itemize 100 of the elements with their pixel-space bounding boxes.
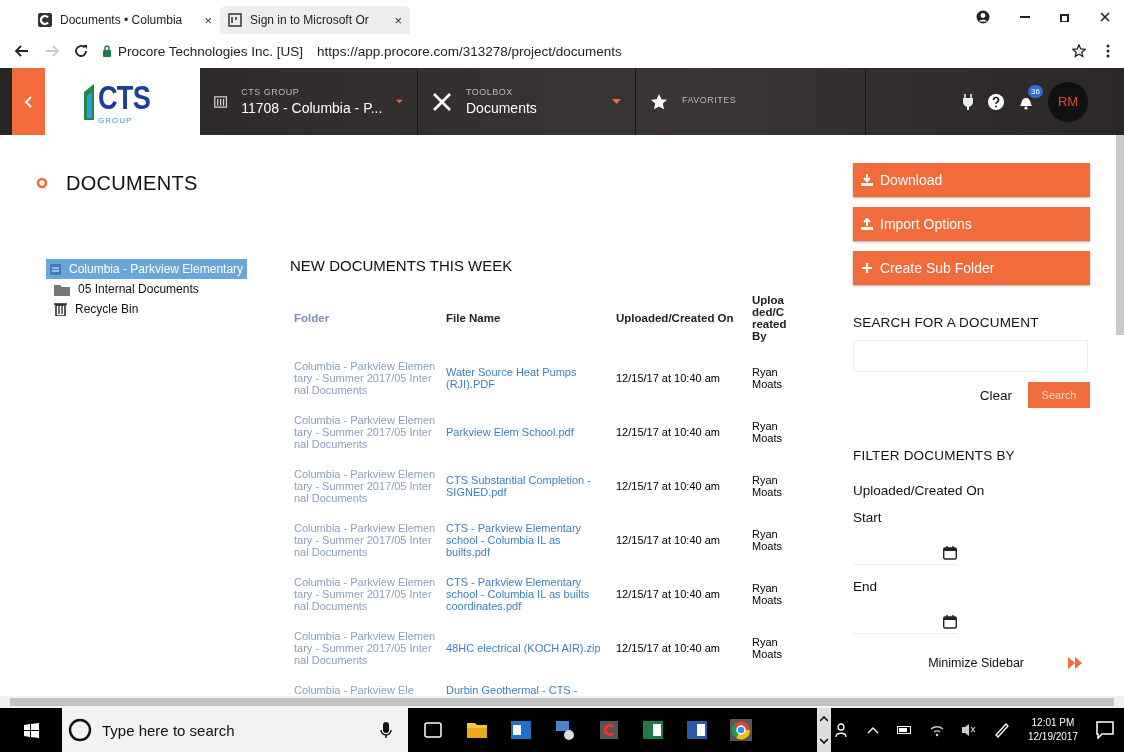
cortana-icon (68, 718, 92, 742)
folder-link[interactable]: Columbia - Parkview Elementary - Summer 2017/05 Internal Documents (294, 576, 436, 612)
file-link[interactable]: Parkview Elem School.pdf (446, 426, 606, 438)
file-link[interactable]: CTS Substantial Completion - SIGNED.pdf (446, 474, 606, 498)
action-button[interactable]: Import Options (853, 207, 1090, 241)
battery-icon[interactable] (896, 726, 912, 734)
project-name: 11708 - Columbia - P... (241, 100, 383, 116)
spreadsheet-app-icon[interactable] (642, 719, 664, 741)
reload-icon[interactable] (74, 44, 88, 58)
folder-link[interactable]: Columbia - Parkview Elementary - Summer 2017/05 Internal Documents (294, 414, 436, 450)
people-icon[interactable] (834, 722, 849, 738)
selector-label: FAVORITES (682, 95, 738, 105)
file-link[interactable]: 48HC electrical (KOCH AIR).zip (446, 642, 606, 654)
date-cell-text: 12/15/17 at 10:40 am (616, 588, 721, 600)
wifi-icon[interactable] (929, 723, 944, 737)
column-header[interactable]: Uploaded/Created On (616, 312, 734, 324)
horizontal-scrollbar[interactable] (10, 698, 1114, 706)
taskbar-clock[interactable]: 12:01 PM 12/19/2017 (1027, 716, 1078, 744)
mail-app-icon[interactable] (510, 719, 532, 741)
selector-label: TOOLBOX (466, 87, 514, 97)
building-drawing (82, 81, 96, 122)
restore-icon[interactable] (1060, 12, 1070, 22)
site-icon (38, 13, 52, 27)
user-avatar[interactable]: RM (1048, 81, 1088, 122)
calendar-icon[interactable] (943, 546, 957, 560)
taskbar-search-field[interactable]: Type here to search (62, 708, 408, 752)
folder-link[interactable]: Columbia - Parkview Elementary - Summer 2017/05 Internal Documents (294, 522, 436, 558)
browser-tab[interactable]: Sign in to Microsoft Or × (220, 6, 410, 34)
import-icon (861, 218, 873, 230)
help-icon[interactable] (988, 93, 1004, 110)
add-icon (861, 262, 873, 274)
vertical-scrollbar[interactable] (1116, 135, 1124, 335)
pen-icon[interactable] (993, 722, 1010, 738)
section-heading: NEW DOCUMENTS THIS WEEK (290, 257, 514, 274)
menu-icon[interactable] (1106, 44, 1110, 58)
tool-selector[interactable]: TOOLBOX Documents (418, 68, 636, 135)
folder-link[interactable]: Columbia - Parkview Elementary - Summer 2017/05 Internal Documents (294, 468, 436, 504)
date-cell-text: 12/15/17 at 10:40 am (616, 372, 721, 384)
double-arrow-icon[interactable] (1068, 657, 1082, 669)
page-icon (228, 13, 242, 27)
action-button[interactable]: Download (853, 163, 1090, 197)
star-icon (650, 93, 668, 110)
chevron-up-icon[interactable] (866, 725, 879, 735)
author-cell-text: Ryan Moats (752, 636, 783, 660)
tool-name: Documents (466, 100, 538, 116)
tree-item[interactable]: 05 Internal Documents (54, 279, 290, 299)
favorites-selector[interactable]: FAVORITES (636, 68, 866, 135)
page-title: DOCUMENTS (66, 171, 198, 195)
file-link[interactable]: CTS - Parkview Elementary school - Columbia IL as builts coordinates.pdf (446, 576, 606, 612)
back-icon[interactable] (14, 44, 30, 58)
clear-link[interactable]: Clear (979, 387, 1012, 403)
date-label: Start (853, 510, 883, 525)
account-icon[interactable] (976, 10, 990, 24)
author-cell-text: Ryan Moats (752, 528, 783, 552)
logo-text: CTS (98, 78, 150, 117)
close-icon[interactable] (1100, 12, 1110, 22)
close-tab-button[interactable]: × (394, 12, 402, 28)
tree-item[interactable]: Recycle Bin (54, 299, 290, 319)
date-cell-text: 12/15/17 at 10:40 am (616, 426, 721, 438)
task-view-icon[interactable] (422, 719, 444, 741)
search-button[interactable]: Search (1028, 382, 1090, 408)
microphone-icon[interactable] (380, 722, 392, 738)
date-cell-text: 12/15/17 at 10:40 am (616, 642, 721, 654)
column-header[interactable]: File Name (446, 312, 501, 324)
selector-label: CTS GROUP (241, 87, 301, 97)
close-tab-button[interactable]: × (204, 12, 212, 28)
file-link[interactable]: CTS - Parkview Elementary school - Columbia IL as builts.pdf (446, 522, 606, 558)
date-cell-text: 12/15/17 at 10:40 am (616, 534, 721, 546)
scroll-down-icon[interactable] (820, 738, 828, 744)
plug-icon[interactable] (962, 93, 974, 110)
c-app-icon[interactable] (598, 719, 620, 741)
address-bar[interactable]: https://app.procore.com/313278/project/documents (317, 43, 622, 59)
browser-app-icon[interactable] (730, 719, 752, 741)
windows-icon[interactable] (23, 722, 39, 738)
column-header[interactable]: Folder (294, 312, 330, 324)
document-app-icon[interactable] (686, 719, 708, 741)
file-link[interactable]: Water Source Heat Pumps (RJI).PDF (446, 366, 606, 390)
author-cell-text: Ryan Moats (752, 366, 783, 390)
caret-icon (612, 99, 621, 104)
action-button[interactable]: Create Sub Folder (853, 251, 1090, 285)
tree-item[interactable]: Columbia - Parkview Elementary (46, 259, 248, 279)
site-identity: Procore Technologies Inc. [US] (118, 43, 304, 59)
logo-subtext: GROUP (98, 117, 134, 125)
author-cell-text: Ryan Moats (752, 474, 783, 498)
muted-speaker-icon[interactable] (961, 723, 976, 737)
project-icon (50, 263, 61, 275)
folder-link[interactable]: Columbia - Parkview Elementary - Summer 2017/05 Internal Documents (294, 360, 436, 396)
lock-icon (102, 45, 112, 57)
action-center-icon[interactable] (1096, 721, 1114, 739)
folder-link[interactable]: Columbia - Parkview Ele (294, 684, 436, 696)
minimize-sidebar-link[interactable]: Minimize Sidebar (928, 656, 1024, 670)
network-app-icon[interactable] (554, 719, 576, 741)
folder-link[interactable]: Columbia - Parkview Elementary - Summer 2017/05 Internal Documents (294, 630, 436, 666)
section-heading: SEARCH FOR A DOCUMENT (853, 315, 1040, 330)
project-selector[interactable]: CTS GROUP 11708 - Columbia - P... (200, 68, 418, 135)
file-link[interactable]: Durbin Geothermal - CTS - (446, 684, 606, 696)
trash-icon (54, 302, 67, 316)
bookmark-star-icon[interactable] (1072, 44, 1086, 58)
scroll-up-icon[interactable] (820, 716, 828, 722)
calendar-icon[interactable] (943, 615, 957, 629)
